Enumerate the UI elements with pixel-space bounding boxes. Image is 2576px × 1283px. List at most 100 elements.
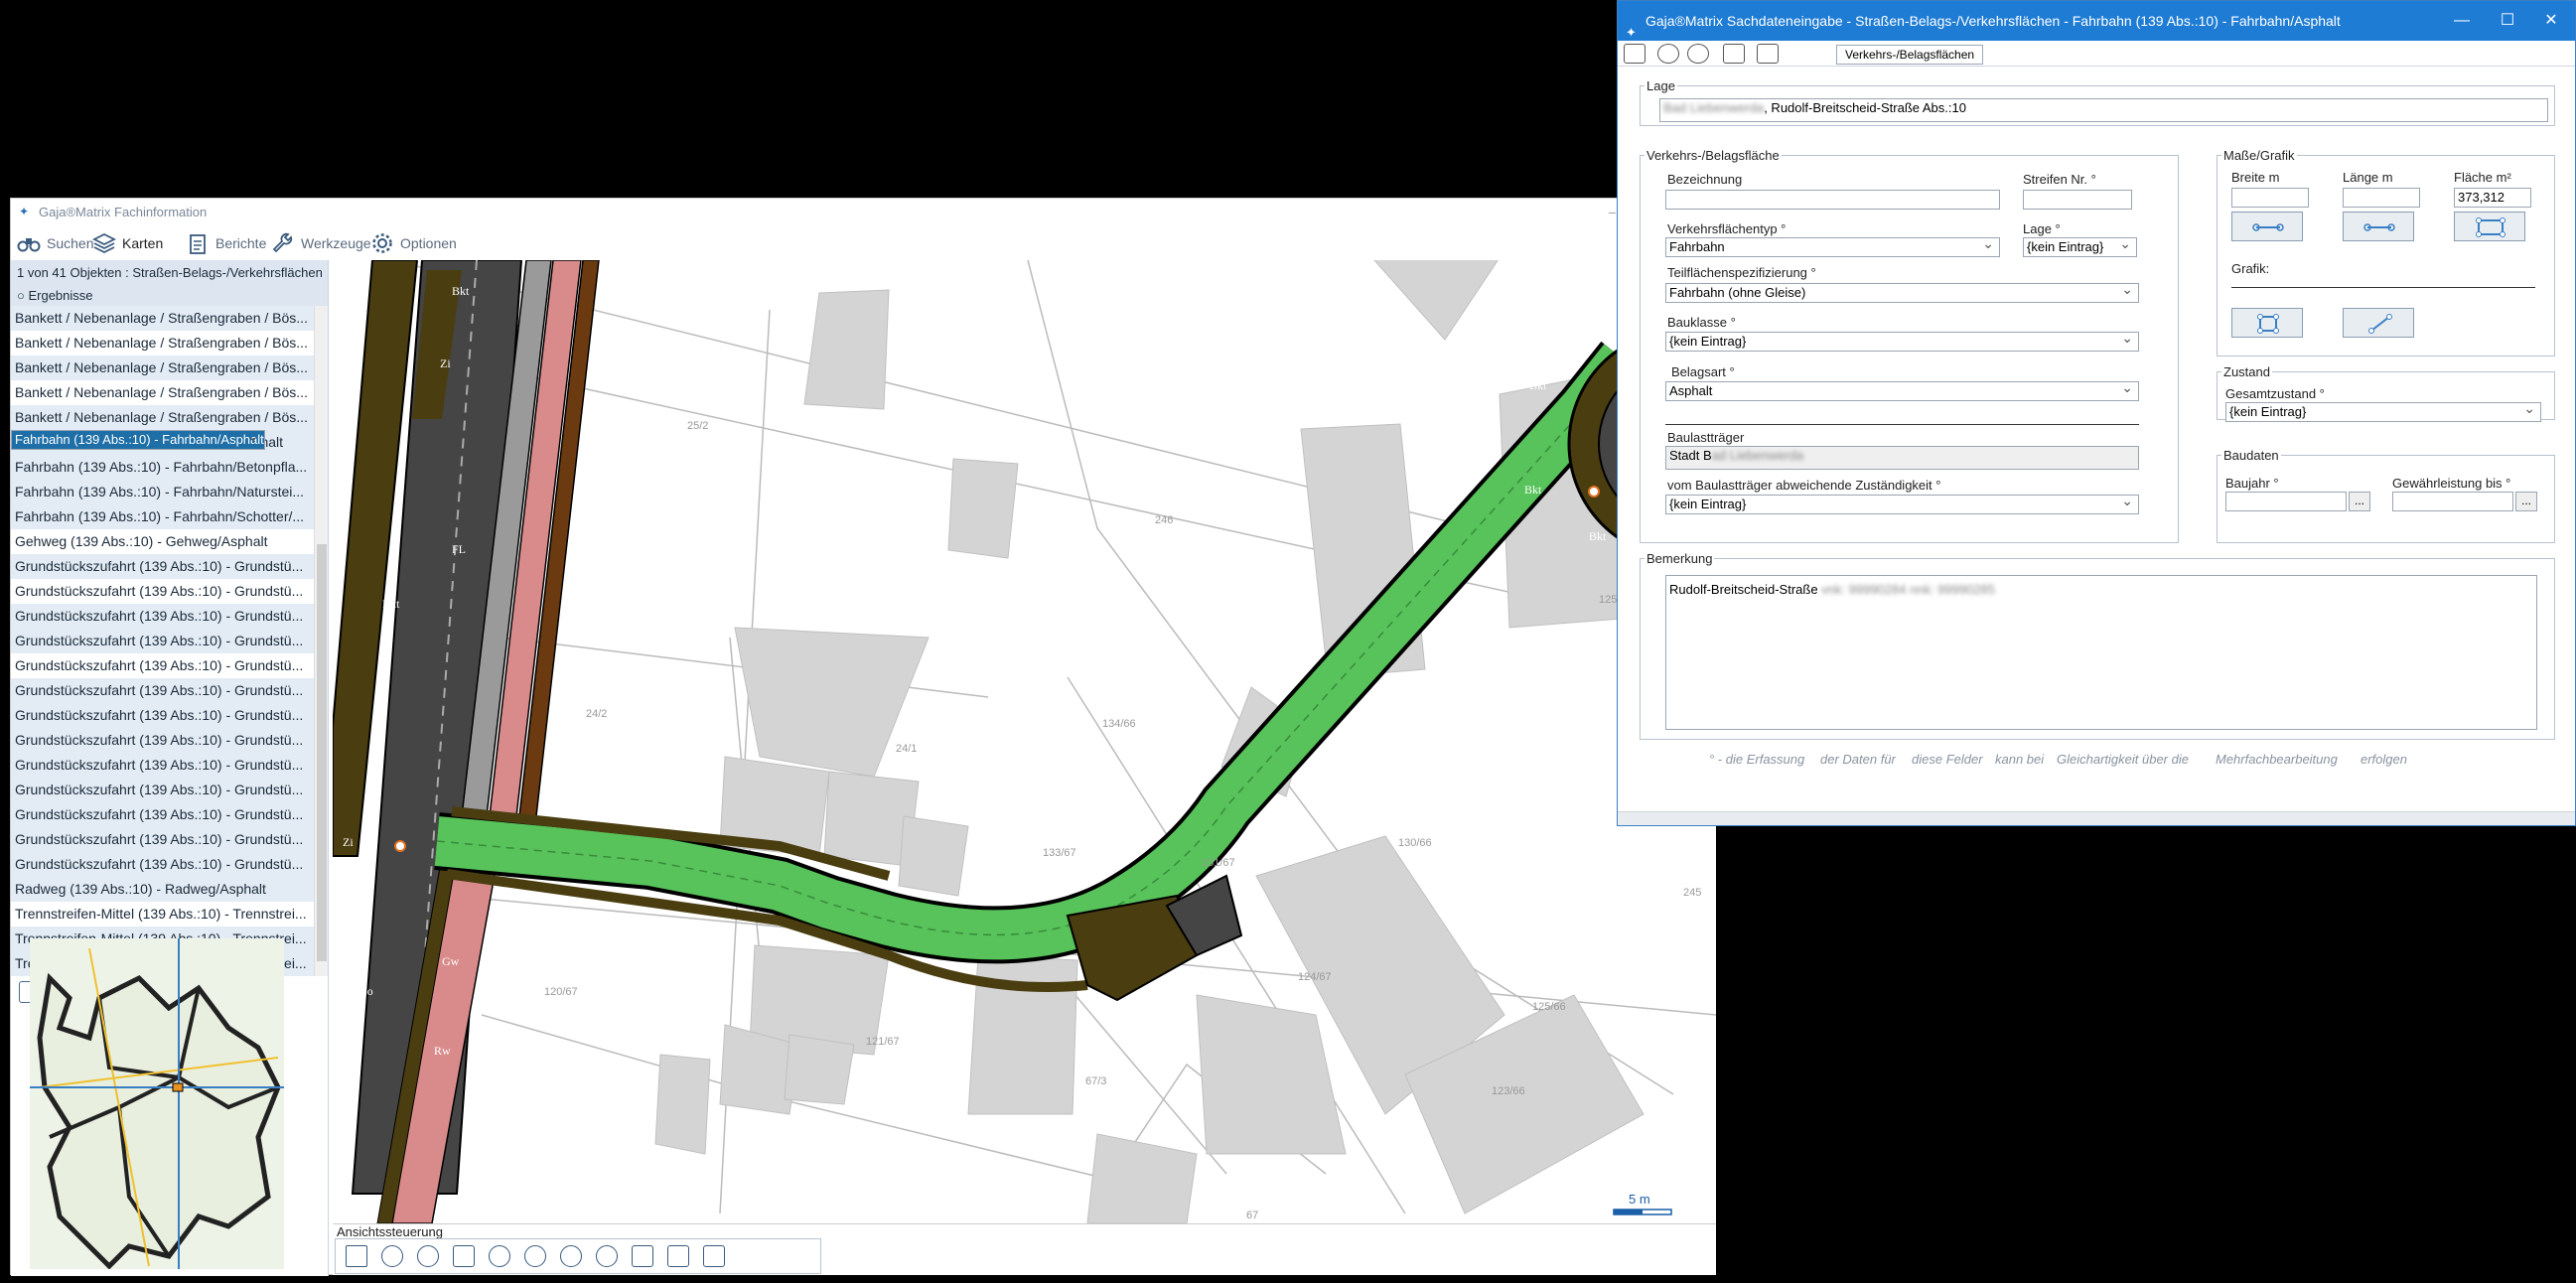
list-item[interactable]: Grundstückszufahrt (139 Abs.:10) - Grund…	[11, 629, 314, 653]
streifen-field[interactable]	[2023, 190, 2132, 210]
map-label-fb: Fb	[1259, 950, 1272, 964]
dialog-status-bar	[1618, 811, 2575, 825]
tools-button[interactable]: Werkzeuge	[271, 230, 371, 256]
baulast-field: Stadt Bad Liebenwerda	[1665, 446, 2139, 470]
tab-verkehrsflaechen[interactable]: Verkehrs-/Belagsflächen	[1836, 45, 1984, 65]
map-canvas[interactable]: Bkt Zi FL Bkt Fo Zi Rw Gw Bkt Fb Bkt Bkt…	[333, 260, 1716, 1223]
lage-select[interactable]: {kein Eintrag}	[2023, 237, 2137, 257]
maps-label: Karten	[122, 235, 164, 251]
parcel-label: 25/2	[687, 420, 708, 432]
list-item[interactable]: Grundstückszufahrt (139 Abs.:10) - Grund…	[11, 753, 314, 778]
zoom-out-icon[interactable]	[417, 1245, 439, 1267]
lage-field[interactable]: Bad Liebenwerda, Rudolf-Breitscheid-Stra…	[1659, 98, 2548, 122]
maximize-button[interactable]: ☐	[2486, 1, 2529, 41]
baujahr-field[interactable]	[2225, 492, 2347, 511]
results-list[interactable]: Bankett / Nebenanlage / Straßengraben / …	[11, 306, 314, 976]
list-item[interactable]: Trennstreifen-Mittel (139 Abs.:10) - Tre…	[11, 902, 314, 927]
teilflaechen-select[interactable]: Fahrbahn (ohne Gleise)	[1665, 283, 2139, 303]
print-icon[interactable]	[1757, 44, 1779, 64]
measure-width-button[interactable]	[2231, 212, 2303, 241]
laenge-label: Länge m	[2343, 170, 2393, 185]
list-item[interactable]: Bankett / Nebenanlage / Straßengraben / …	[11, 306, 314, 331]
main-title-bar: ✦ Gaja®Matrix Fachinformation –	[11, 199, 1715, 226]
view-control-label: Ansichtssteuerung	[337, 1224, 443, 1239]
zoom-to-object-icon[interactable]	[489, 1245, 510, 1267]
app-logo-icon: ✦	[19, 205, 30, 218]
layers-icon	[92, 232, 116, 254]
list-item[interactable]: Fahrbahn (139 Abs.:10) - Fahrbahn/Naturs…	[11, 480, 314, 504]
list-item[interactable]: Grundstückszufahrt (139 Abs.:10) - Grund…	[11, 778, 314, 802]
overview-map[interactable]	[30, 938, 284, 1269]
minimize-button[interactable]: —	[2440, 1, 2484, 41]
list-item[interactable]: Grundstückszufahrt (139 Abs.:10) - Grund…	[11, 802, 314, 827]
belagsart-select[interactable]: Asphalt	[1665, 381, 2139, 401]
results-scrollbar[interactable]	[314, 306, 328, 976]
zoom-in-icon[interactable]	[381, 1245, 403, 1267]
save-as-icon[interactable]	[1687, 44, 1709, 64]
laenge-field[interactable]	[2343, 188, 2420, 208]
forward-icon[interactable]	[596, 1245, 618, 1267]
zoom-extent-icon[interactable]	[453, 1245, 475, 1267]
minimize-button[interactable]: –	[1609, 199, 1616, 226]
measure-area-button[interactable]	[2454, 212, 2525, 241]
breite-field[interactable]	[2231, 188, 2309, 208]
typ-select[interactable]: Fahrbahn	[1665, 237, 2000, 257]
select-cursor-icon[interactable]	[667, 1245, 689, 1267]
save-icon[interactable]	[1657, 44, 1679, 64]
maps-button[interactable]: Karten	[92, 230, 163, 256]
list-item[interactable]: Grundstückszufahrt (139 Abs.:10) - Grund…	[11, 554, 314, 579]
measure-length-button[interactable]	[2343, 212, 2414, 241]
refresh-map-icon[interactable]	[524, 1245, 546, 1267]
map-label-bkt: Bkt	[1529, 378, 1547, 392]
map-label-zi: Zi	[440, 356, 451, 370]
back-icon[interactable]	[560, 1245, 582, 1267]
footnote-part: Gleichartigkeit über die	[2057, 752, 2189, 767]
list-item[interactable]: Grundstückszufahrt (139 Abs.:10) - Grund…	[11, 703, 314, 728]
back-arrow-icon[interactable]	[1624, 44, 1646, 64]
options-button[interactable]: Optionen	[370, 230, 457, 256]
layer-list-icon[interactable]	[346, 1245, 367, 1267]
abw-select[interactable]: {kein Eintrag}	[1665, 495, 2139, 514]
bezeichnung-field[interactable]	[1665, 190, 2000, 210]
folder-icon[interactable]	[1723, 44, 1745, 64]
flaeche-field[interactable]: 373,312	[2454, 188, 2531, 208]
draw-polygon-button[interactable]	[2231, 308, 2303, 338]
bauklasse-select[interactable]: {kein Eintrag}	[1665, 332, 2139, 352]
list-item[interactable]: Radweg (139 Abs.:10) - Radweg/Asphalt	[11, 877, 314, 902]
list-item[interactable]: Bankett / Nebenanlage / Straßengraben / …	[11, 331, 314, 356]
list-item[interactable]: Fahrbahn (139 Abs.:10) - Fahrbahn/Schott…	[11, 504, 314, 529]
baujahr-picker-button[interactable]: ...	[2349, 492, 2370, 511]
results-sub-label: Ergebnisse	[28, 288, 93, 303]
list-item[interactable]: Grundstückszufahrt (139 Abs.:10) - Grund…	[11, 678, 314, 703]
draw-line-button[interactable]	[2343, 308, 2414, 338]
dialog-title: Gaja®Matrix Sachdateneingabe - Straßen-B…	[1646, 13, 2341, 29]
list-item[interactable]: Grundstückszufahrt (139 Abs.:10) - Grund…	[11, 579, 314, 604]
list-item[interactable]: Grundstückszufahrt (139 Abs.:10) - Grund…	[11, 728, 314, 753]
gewaehrleistung-field[interactable]	[2392, 492, 2513, 511]
close-button[interactable]: ✕	[2529, 1, 2573, 41]
folder-icon[interactable]	[703, 1245, 725, 1267]
list-item[interactable]: Grundstückszufahrt (139 Abs.:10) - Grund…	[11, 852, 314, 877]
list-item[interactable]: Grundstückszufahrt (139 Abs.:10) - Grund…	[11, 653, 314, 678]
list-item[interactable]: Grundstückszufahrt (139 Abs.:10) - Grund…	[11, 604, 314, 629]
parcel-label: 123/66	[1492, 1085, 1525, 1097]
list-item[interactable]: Bankett / Nebenanlage / Straßengraben / …	[11, 380, 314, 405]
gewaehrleistung-picker-button[interactable]: ...	[2515, 492, 2537, 511]
parcel-label: 134/66	[1102, 718, 1136, 730]
parcel-label: 120/67	[544, 986, 578, 998]
list-item[interactable]: Gehweg (139 Abs.:10) - Gehweg/Asphalt	[11, 529, 314, 554]
search-label: Suchen	[47, 235, 94, 251]
search-button[interactable]: Suchen	[17, 230, 93, 256]
print-icon[interactable]	[632, 1245, 653, 1267]
list-item[interactable]: Bankett / Nebenanlage / Straßengraben / …	[11, 356, 314, 380]
gesamtzustand-select[interactable]: {kein Eintrag}	[2225, 402, 2541, 422]
list-item[interactable]: Grundstückszufahrt (139 Abs.:10) - Grund…	[11, 827, 314, 852]
parcel-label: 67/3	[1085, 1075, 1106, 1087]
reports-button[interactable]: Berichte	[186, 230, 266, 256]
list-item[interactable]: Fahrbahn (139 Abs.:10) - Fahrbahn/Betonp…	[11, 455, 314, 480]
tools-label: Werkzeuge	[301, 235, 371, 251]
list-item[interactable]: Bankett / Nebenanlage / Straßengraben / …	[11, 405, 314, 430]
bemerkung-textarea[interactable]: Rudolf-Breitscheid-Straße vnk: 99990284 …	[1665, 575, 2537, 730]
breite-label: Breite m	[2231, 170, 2280, 185]
list-item[interactable]: Fahrbahn (139 Abs.:10) - Fahrbahn/Asphal…	[11, 430, 265, 450]
